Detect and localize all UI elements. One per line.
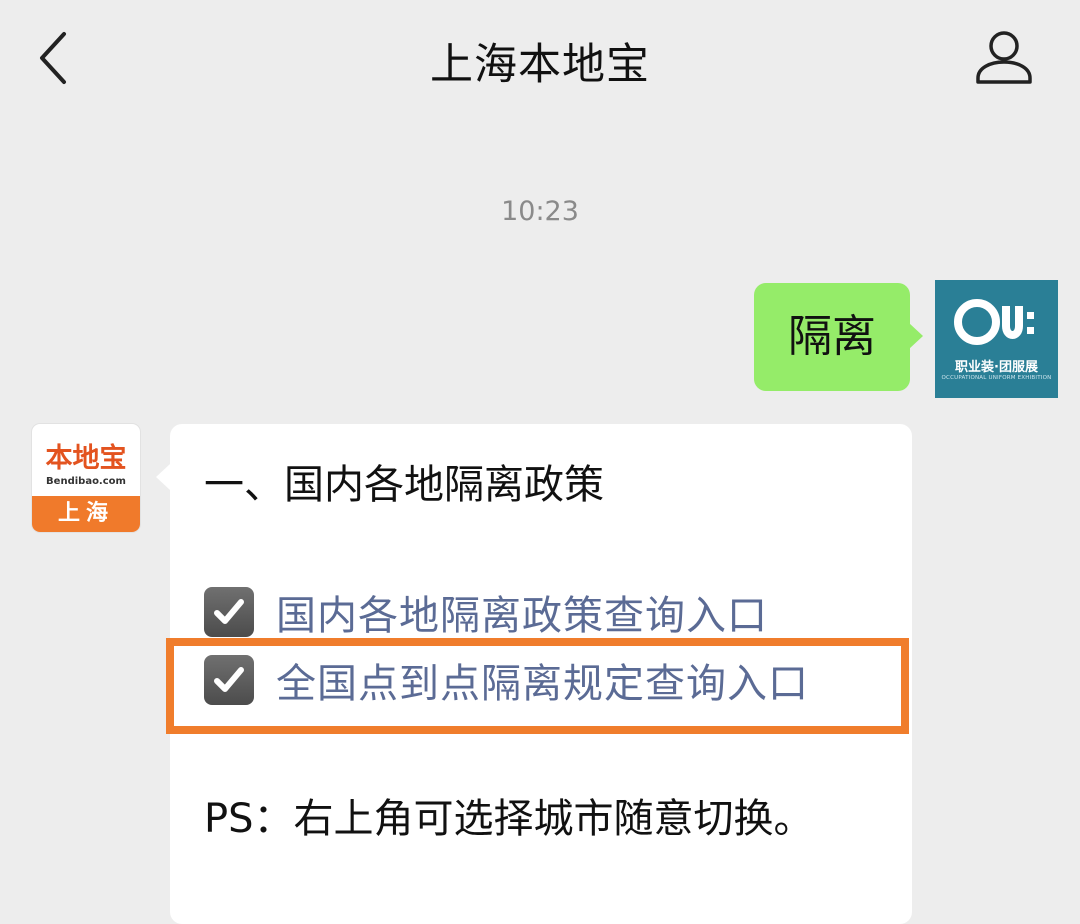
link-label: 国内各地隔离政策查询入口 [276,593,768,639]
message-note: PS：右上角可选择城市随意切换。 [204,796,814,842]
link-isolation-policy-query[interactable]: 国内各地隔离政策查询入口 [204,584,768,640]
account-avatar-name: 本地宝 [45,443,127,474]
profile-button[interactable] [972,26,1036,90]
user-avatar-name: 职业装·团服展 [955,360,1038,375]
person-icon [976,31,1032,84]
chat-title: 上海本地宝 [430,40,650,90]
ou-logo-icon [954,299,1034,345]
outgoing-message-bubble[interactable]: 隔离 [754,283,923,391]
account-avatar-domain: Bendibao.com [46,476,126,487]
checkbox-checked-icon [204,587,254,637]
message-heading: 一、国内各地隔离政策 [204,462,604,508]
title-bar: 上海本地宝 [0,0,1080,120]
highlight-box [166,638,909,734]
user-avatar-subtitle: OCCUPATIONAL UNIFORM EXHIBITION [941,375,1052,381]
user-avatar[interactable]: 职业装·团服展 OCCUPATIONAL UNIFORM EXHIBITION [935,280,1058,398]
message-timestamp: 10:23 [501,196,579,227]
account-avatar[interactable]: 本地宝 Bendibao.com 上海 [32,424,140,532]
account-avatar-city: 上海 [32,496,140,532]
